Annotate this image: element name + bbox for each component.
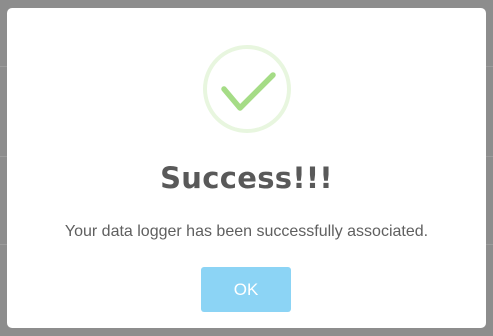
success-dialog: Success!!! Your data logger has been suc… xyxy=(7,8,486,328)
success-icon-ring xyxy=(203,45,291,133)
dialog-message: Your data logger has been successfully a… xyxy=(64,223,429,240)
checkmark-icon xyxy=(221,72,276,111)
dialog-title: Success!!! xyxy=(160,161,333,195)
ok-button[interactable]: OK xyxy=(201,267,291,312)
